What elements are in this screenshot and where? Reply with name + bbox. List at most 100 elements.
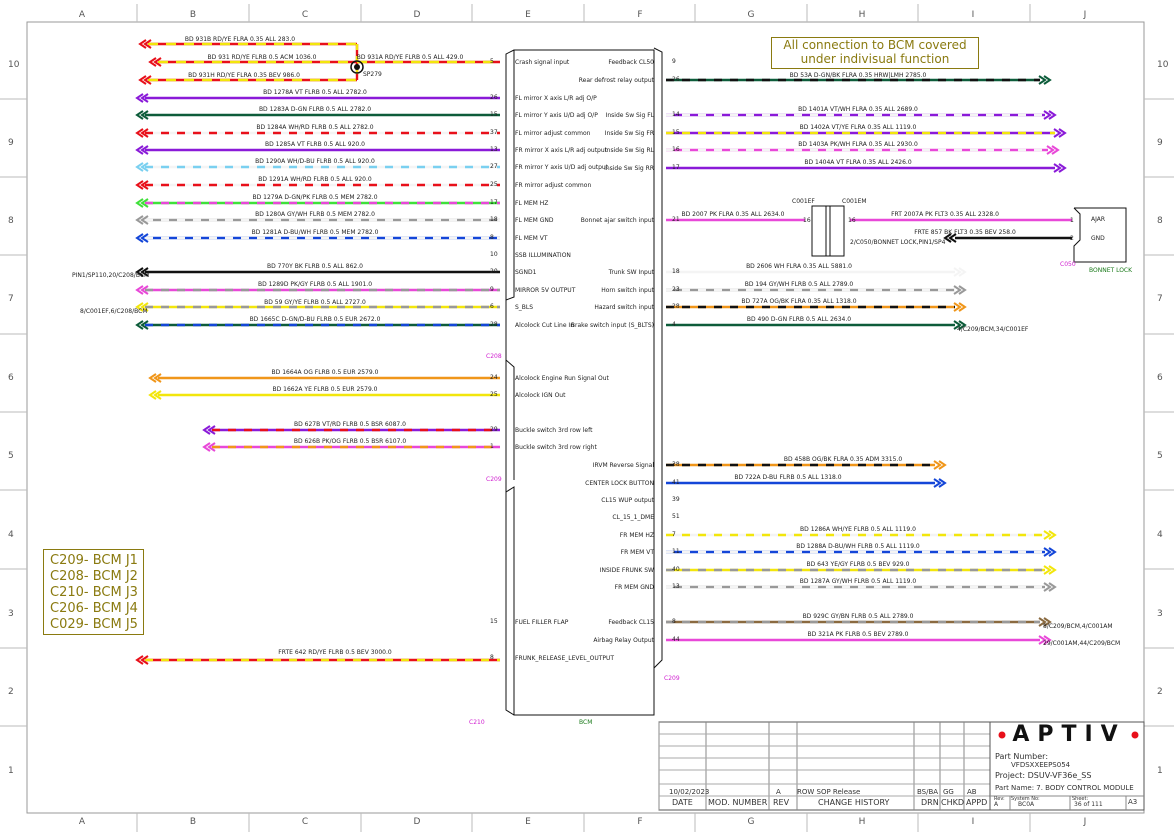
aptiv-logo: APTIV <box>995 722 1143 748</box>
zone-letter: J <box>1083 10 1087 20</box>
zone-number: 6 <box>1157 373 1163 383</box>
signal-label: IRVM Reverse Signal <box>592 462 654 469</box>
history-change: ROW SOP Release <box>797 788 861 796</box>
pin-number: 37 <box>490 129 498 136</box>
pin-number: 38 <box>672 461 680 468</box>
legend-item: C210- BCM J3 <box>50 585 138 600</box>
history-date: 10/02/2023 <box>669 788 710 796</box>
zone-number: 3 <box>1157 609 1163 619</box>
legend-item: C208- BCM J2 <box>50 569 138 584</box>
wire-label: BD 59 GY/YE FLRB 0.5 ALL 2727.0 <box>264 299 366 306</box>
signal-label: Inside Sw Sig FL <box>605 112 654 119</box>
rev-value: A <box>994 801 999 808</box>
connector-tag-c208: C208 <box>486 353 502 360</box>
zone-letter: A <box>78 10 86 20</box>
wire-label: BD 1279A D-GN/PK FLRB 0.5 MEM 2782.0 <box>252 194 378 201</box>
wire-label: BD 770Y BK FLRB 0.5 ALL 862.0 <box>267 263 363 270</box>
pin-number: 15 <box>490 111 498 118</box>
signal-label: S_BLS <box>515 304 534 311</box>
part-number: VFDSXXEEPS054 <box>1011 761 1071 769</box>
pin-number: 1 <box>490 443 494 450</box>
connector-chevron <box>1043 530 1057 540</box>
hdr-change: CHANGE HISTORY <box>818 798 890 807</box>
part-name: Part Name: 7. BODY CONTROL MODULE <box>995 784 1134 792</box>
history-chkd: GG <box>943 788 954 796</box>
pin-number: 7 <box>672 531 676 538</box>
zone-letter: F <box>637 817 643 827</box>
signal-label: FL mirror X axis L/R adj O/P <box>515 95 597 102</box>
connector-chevron <box>1043 110 1057 120</box>
signal-label: Crash signal input <box>515 59 570 66</box>
hdr-date: DATE <box>672 798 693 807</box>
pin-number: 28 <box>672 303 680 310</box>
signal-label: Trunk SW Input <box>608 269 654 276</box>
signal-label: Feedback CL15 <box>608 619 654 626</box>
legend-item: C206- BCM J4 <box>50 601 138 616</box>
zone-number: 2 <box>1157 687 1163 697</box>
wire-label: BD 1402A VT/YE FLRA 0.35 ALL 1119.0 <box>799 124 917 131</box>
pin-number: 13 <box>490 146 498 153</box>
connector-chevron <box>1043 582 1057 592</box>
signal-label: FL MEM HZ <box>515 200 549 207</box>
signal-label: FR mirror Y axis U/D adj output <box>515 164 609 171</box>
project: Project: DSUV-VF36e_SS <box>995 771 1092 780</box>
signal-label: SGND1 <box>515 269 537 276</box>
pin-number: 8 <box>672 618 676 625</box>
pin-number: 15 <box>490 618 498 625</box>
wire-label: BD 626B PK/OG FLRB 0.5 BSR 6107.0 <box>293 438 407 445</box>
signal-label: FUEL FILLER FLAP <box>515 619 569 626</box>
wire-label: BD 1285A VT FLRB 0.5 ALL 920.0 <box>265 141 365 148</box>
pin-number: 21 <box>672 216 680 223</box>
zone-letter: A <box>78 817 86 827</box>
zone-number: 1 <box>8 766 14 776</box>
bonnet-pin: 1 <box>1070 217 1074 224</box>
signal-label: CENTER LOCK BUTTON <box>585 480 654 487</box>
signal-label: CL_15_1_DME <box>612 514 654 521</box>
wire-label: BD 53A D-GN/BK FLRA 0.35 HRW|LMH 2785.0 <box>789 72 927 79</box>
zone-letter: B <box>189 10 197 20</box>
wire-label: FRTE 857 BK FLT3 0.35 BEV 258.0 <box>914 229 1016 236</box>
connector-chevron <box>933 478 947 488</box>
sheet-size: A3 <box>1128 798 1138 806</box>
zone-number: 1 <box>1157 766 1163 776</box>
signal-label: Rear defrost relay output <box>578 77 654 84</box>
signal-label: Brake switch input (S_BLTS) <box>570 322 654 329</box>
zone-letter: I <box>971 817 975 827</box>
pin-number: 20 <box>490 268 498 275</box>
pin-number: 23 <box>672 286 680 293</box>
wire-label: BD 643 YE/GY FLRB 0.5 BEV 929.0 <box>806 561 910 568</box>
zone-number: 4 <box>8 530 14 540</box>
zone-number: 9 <box>1157 138 1163 148</box>
signal-label: Airbag Relay Output <box>593 637 654 644</box>
pin-number: 16 <box>672 146 680 153</box>
coverage-note: All connection to BCM covered under indi… <box>771 37 979 69</box>
zone-letter: D <box>413 817 421 827</box>
zone-letter: J <box>1083 817 1087 827</box>
pin-number: 28 <box>490 321 498 328</box>
ext-ref-bonnet: 2/C050/BONNET LOCK,PIN1/SP4 <box>850 239 946 246</box>
ext-ref-sgnd: PIN1/SP110,20/C208/BCM <box>72 272 150 279</box>
pin-number: 25 <box>490 391 498 398</box>
zone-letter: E <box>525 10 531 20</box>
zone-letter: H <box>858 817 866 827</box>
pin-number: 18 <box>672 268 680 275</box>
connector-chevron <box>1046 145 1060 155</box>
wire-label: BD 931H RD/YE FLRA 0.35 BEV 986.0 <box>188 72 300 79</box>
pin-number: 27 <box>490 163 498 170</box>
pin-number: 9 <box>672 58 676 65</box>
signal-label: Alcolock Cut Line In <box>515 322 574 329</box>
connector-tag-c209: C209 <box>486 476 502 483</box>
bcm-connector-break <box>505 359 515 480</box>
wire-label: BD 931B RD/YE FLRA 0.35 ALL 283.0 <box>184 36 296 43</box>
wire-label: BD 490 D-GN FLRB 0.5 ALL 2634.0 <box>746 316 852 323</box>
connector-legend: C209- BCM J1 C208- BCM J2 C210- BCM J3 C… <box>43 549 144 635</box>
part-number-label: Part Number: <box>995 752 1049 761</box>
signal-label: FR MEM VT <box>620 549 654 556</box>
legend-item: C209- BCM J1 <box>50 553 138 568</box>
frame-border <box>26 21 1145 814</box>
wire-label: BD 1404A VT FLRA 0.35 ALL 2426.0 <box>804 159 912 166</box>
history-appd: AB <box>967 788 977 796</box>
pin-number: 9 <box>490 286 494 293</box>
wire-label: BD 1286A WH/YE FLRB 0.5 ALL 1119.0 <box>800 526 916 533</box>
wire-label: BD 1291A WH/RD FLRB 0.5 ALL 920.0 <box>258 176 372 183</box>
